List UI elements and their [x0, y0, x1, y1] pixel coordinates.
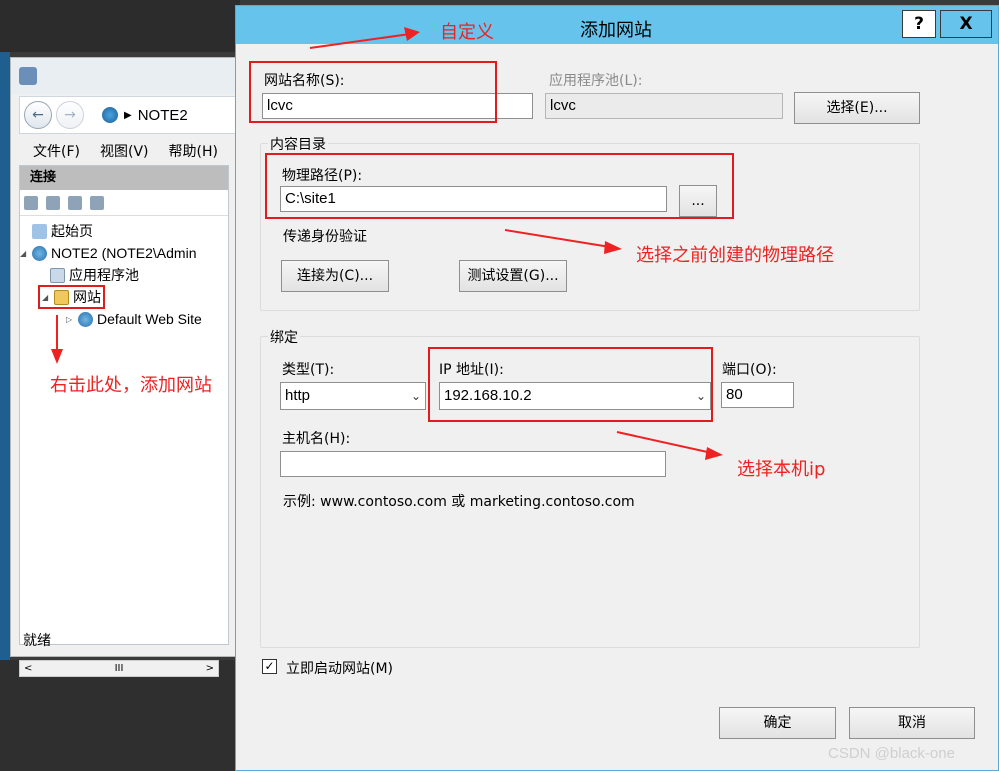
- address-text[interactable]: NOTE2: [138, 107, 188, 124]
- close-button[interactable]: X: [940, 10, 992, 38]
- scroll-thumb[interactable]: III: [115, 663, 124, 674]
- dialog-title: 添加网站: [580, 20, 652, 41]
- watermark: CSDN @black-one: [828, 745, 955, 762]
- disconnect-icon[interactable]: [90, 195, 104, 210]
- tree-label: Default Web Site: [97, 311, 202, 327]
- binding-title: 绑定: [268, 327, 300, 347]
- menu-help[interactable]: 帮助(H): [169, 141, 218, 161]
- tree-label: 网站: [73, 289, 101, 305]
- start-immediately-checkbox[interactable]: ✓: [262, 659, 277, 674]
- annotation-custom: 自定义: [440, 22, 494, 43]
- type-select[interactable]: http ⌄: [280, 382, 426, 410]
- annotation-right-click: 右击此处，添加网站: [50, 375, 212, 396]
- desktop-background-top: [0, 0, 240, 52]
- help-button[interactable]: ?: [902, 10, 936, 38]
- scroll-left-icon[interactable]: <: [24, 663, 32, 674]
- collapse-arrow-icon[interactable]: ◢: [20, 249, 30, 258]
- server-icon: [32, 245, 47, 261]
- port-label: 端口(O):: [722, 362, 777, 378]
- type-label: 类型(T):: [282, 362, 335, 378]
- annotation-choose-path: 选择之前创建的物理路径: [636, 245, 834, 266]
- start-immediately-label: 立即启动网站(M): [286, 661, 394, 677]
- breadcrumb-chevron-icon: ▶: [124, 109, 132, 121]
- tree-item-default-site[interactable]: ▷ Default Web Site: [20, 308, 228, 330]
- site-name-highlight-box: [249, 61, 497, 123]
- menu-view[interactable]: 视图(V): [100, 141, 149, 161]
- collapse-arrow-icon[interactable]: ◢: [42, 293, 52, 302]
- connections-tree: 起始页 ◢ NOTE2 (NOTE2\Admin 应用程序池 ◢ 网站 ▷ De…: [20, 216, 228, 330]
- physical-path-highlight-box: [265, 153, 734, 219]
- connect-icon[interactable]: [24, 195, 38, 210]
- sites-highlight-box[interactable]: ◢ 网站: [38, 285, 105, 309]
- select-app-pool-button[interactable]: 选择(E)...: [794, 92, 920, 124]
- app-pool-label: 应用程序池(L):: [549, 73, 643, 89]
- app-pool-icon: [50, 267, 65, 283]
- ok-button[interactable]: 确定: [719, 707, 836, 739]
- cancel-button[interactable]: 取消: [849, 707, 975, 739]
- iis-titlebar: [11, 58, 237, 94]
- hostname-example: 示例: www.contoso.com 或 marketing.contoso.…: [283, 494, 635, 510]
- sites-folder-icon: [54, 289, 69, 305]
- address-bar: ← → ▶ NOTE2: [19, 96, 239, 134]
- type-value: http: [285, 387, 311, 404]
- up-folder-icon[interactable]: [68, 195, 82, 210]
- tree-item-app-pools[interactable]: 应用程序池: [20, 264, 228, 286]
- connections-pane: 连接 起始页 ◢ NOTE2 (NOTE2\Admin 应用程序池 ◢ 网站 ▷…: [19, 165, 229, 645]
- tree-item-sites[interactable]: ◢ 网站: [20, 285, 228, 309]
- chevron-down-icon: ⌄: [410, 389, 421, 403]
- menu-file[interactable]: 文件(F): [33, 141, 80, 161]
- tree-label: 应用程序池: [69, 267, 139, 283]
- horizontal-scrollbar[interactable]: < III >: [19, 660, 219, 677]
- port-input[interactable]: 80: [721, 382, 794, 408]
- content-directory-title: 内容目录: [268, 134, 328, 154]
- expand-arrow-icon[interactable]: ▷: [66, 315, 76, 324]
- tree-label: 起始页: [51, 223, 93, 239]
- test-settings-button[interactable]: 测试设置(G)...: [459, 260, 567, 292]
- hostname-input[interactable]: [280, 451, 666, 477]
- annotation-choose-ip: 选择本机ip: [737, 459, 826, 480]
- passthrough-auth-label: 传递身份验证: [283, 229, 367, 245]
- forward-arrow-icon[interactable]: →: [56, 101, 84, 129]
- globe-icon: [102, 107, 118, 123]
- tree-item-server[interactable]: ◢ NOTE2 (NOTE2\Admin: [20, 242, 228, 264]
- ip-address-highlight-box: [428, 347, 713, 422]
- menu-bar: 文件(F) 视图(V) 帮助(H): [33, 138, 243, 164]
- status-bar-text: 就绪: [23, 633, 51, 649]
- hostname-label: 主机名(H):: [282, 431, 351, 447]
- iis-manager-window: ← → ▶ NOTE2 文件(F) 视图(V) 帮助(H) 连接 起始页 ◢ N…: [10, 57, 239, 677]
- website-globe-icon: [78, 311, 93, 327]
- iis-app-icon: [19, 67, 37, 85]
- dialog-titlebar: 添加网站 ? X: [236, 6, 998, 44]
- tree-label: NOTE2 (NOTE2\Admin: [51, 245, 197, 261]
- scroll-right-icon[interactable]: >: [206, 663, 214, 674]
- connections-toolbar: [20, 190, 228, 216]
- start-page-icon: [32, 223, 47, 239]
- connect-as-button[interactable]: 连接为(C)...: [281, 260, 389, 292]
- tree-item-start-page[interactable]: 起始页: [20, 220, 228, 242]
- save-icon[interactable]: [46, 195, 60, 210]
- app-pool-input: lcvc: [545, 93, 783, 119]
- connections-header: 连接: [20, 166, 228, 190]
- back-arrow-icon[interactable]: ←: [24, 101, 52, 129]
